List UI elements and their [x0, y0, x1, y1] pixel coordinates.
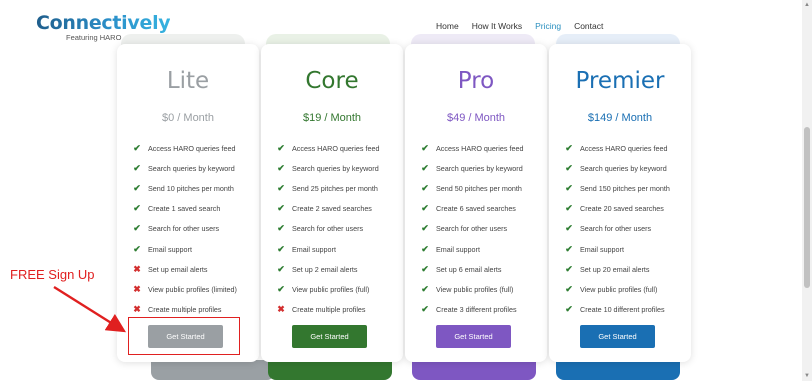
scroll-up-icon[interactable]: ▲ [804, 2, 810, 8]
annotation-arrow-icon [53, 285, 127, 333]
scroll-thumb[interactable] [804, 127, 810, 288]
scroll-down-icon[interactable]: ▼ [804, 373, 810, 379]
page-scrollbar[interactable]: ▲ ▼ [802, 0, 812, 381]
annotation-highlight-box [128, 317, 240, 355]
